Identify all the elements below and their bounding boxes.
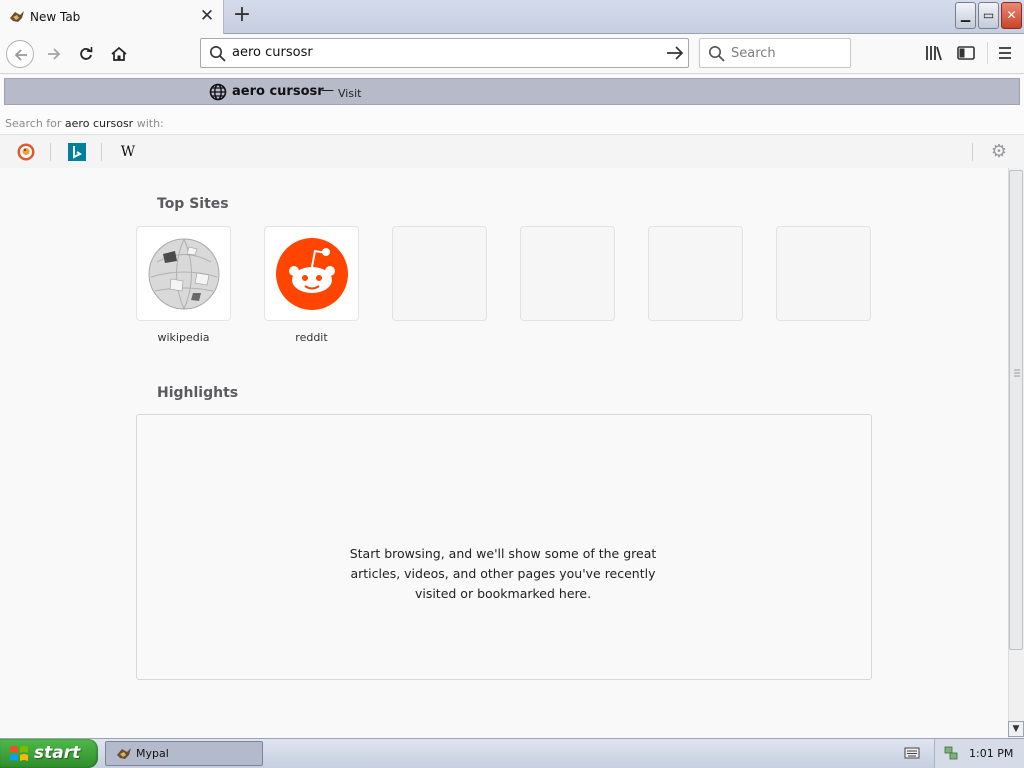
highlights-heading: Highlights bbox=[157, 385, 239, 401]
search-icon bbox=[709, 46, 725, 62]
new-tab-button[interactable]: + bbox=[230, 4, 254, 27]
start-button[interactable]: start bbox=[0, 739, 98, 768]
engine-separator bbox=[972, 143, 973, 161]
grip-icon bbox=[1014, 369, 1020, 377]
bing-icon[interactable] bbox=[67, 142, 87, 162]
top-site-tile-empty[interactable] bbox=[392, 226, 487, 321]
reddit-icon bbox=[276, 238, 348, 310]
sidebar-icon bbox=[957, 46, 975, 60]
tab-title: New Tab bbox=[30, 10, 81, 24]
suggestion-action: Visit bbox=[338, 87, 362, 100]
back-icon bbox=[14, 49, 27, 61]
clock: 1:01 PM bbox=[969, 747, 1014, 760]
search-with-label: Search for aero cursosr with: bbox=[5, 117, 164, 130]
tab-new-tab[interactable]: New Tab ✕ bbox=[0, 0, 224, 34]
window-minimize-button[interactable]: ▁ bbox=[955, 2, 976, 29]
duckduckgo-icon[interactable] bbox=[16, 142, 36, 162]
scroll-down-button[interactable]: ▼ bbox=[1008, 721, 1024, 737]
home-button[interactable] bbox=[104, 40, 132, 68]
autocomplete-suggestion[interactable]: aero cursosr — Visit bbox=[4, 78, 1020, 105]
menu-button[interactable] bbox=[995, 43, 1015, 63]
forward-button[interactable] bbox=[40, 40, 68, 68]
suggestion-text: aero cursosr bbox=[232, 84, 324, 99]
search-with-query: aero cursosr bbox=[64, 117, 134, 130]
search-icon bbox=[210, 46, 226, 62]
globe-icon bbox=[209, 83, 227, 101]
top-sites-heading: Top Sites bbox=[157, 196, 229, 212]
back-button[interactable] bbox=[6, 40, 34, 68]
mypal-app-icon bbox=[116, 746, 132, 762]
start-label: start bbox=[34, 743, 81, 763]
hamburger-menu-icon bbox=[999, 47, 1011, 59]
top-site-tile-empty[interactable] bbox=[776, 226, 871, 321]
one-off-search-engines: W ⚙ bbox=[0, 134, 1024, 168]
url-bar[interactable]: aero cursosr bbox=[200, 38, 689, 68]
reload-button[interactable] bbox=[72, 40, 100, 68]
window-close-button[interactable]: ✕ bbox=[1001, 2, 1022, 29]
top-site-label[interactable]: reddit bbox=[264, 331, 359, 344]
mypal-favicon-icon bbox=[9, 9, 25, 25]
network-icon[interactable] bbox=[944, 746, 958, 760]
windows-logo-icon bbox=[10, 746, 28, 761]
search-input[interactable]: Search bbox=[731, 46, 776, 61]
top-site-tile-empty[interactable] bbox=[648, 226, 743, 321]
search-with-suffix: with: bbox=[133, 117, 164, 130]
search-settings-gear-icon[interactable]: ⚙ bbox=[989, 142, 1009, 162]
top-site-label[interactable]: wikipedia bbox=[136, 331, 231, 344]
tab-close-icon[interactable]: ✕ bbox=[199, 8, 215, 25]
sidebar-toggle-button[interactable] bbox=[956, 43, 976, 63]
top-site-tile-empty[interactable] bbox=[520, 226, 615, 321]
search-bar[interactable]: Search bbox=[699, 38, 851, 68]
system-tray: 1:01 PM bbox=[934, 739, 1024, 768]
top-site-tile-wikipedia[interactable] bbox=[136, 226, 231, 321]
scrollbar-thumb[interactable] bbox=[1009, 170, 1023, 650]
wikipedia-icon[interactable]: W bbox=[118, 142, 138, 162]
url-input[interactable]: aero cursosr bbox=[232, 45, 313, 60]
taskbar-item-label: Mypal bbox=[136, 747, 169, 760]
top-site-tile-reddit[interactable] bbox=[264, 226, 359, 321]
home-icon bbox=[111, 47, 127, 61]
library-icon bbox=[926, 46, 942, 61]
wikipedia-globe-icon bbox=[148, 238, 220, 310]
go-arrow-icon[interactable] bbox=[666, 45, 684, 61]
forward-icon bbox=[48, 48, 61, 60]
keyboard-icon[interactable] bbox=[904, 746, 920, 760]
window-maximize-button[interactable]: ▭ bbox=[978, 2, 999, 29]
engine-separator bbox=[50, 143, 51, 161]
library-button[interactable] bbox=[924, 43, 944, 63]
suggestion-separator: — bbox=[321, 83, 334, 98]
search-with-prefix: Search for bbox=[5, 117, 65, 130]
toolbar-divider bbox=[987, 42, 988, 64]
taskbar-item-mypal[interactable]: Mypal bbox=[105, 741, 263, 766]
highlights-empty-message: Start browsing, and we'll show some of t… bbox=[349, 546, 657, 601]
reload-icon bbox=[80, 47, 93, 60]
engine-separator bbox=[101, 143, 102, 161]
